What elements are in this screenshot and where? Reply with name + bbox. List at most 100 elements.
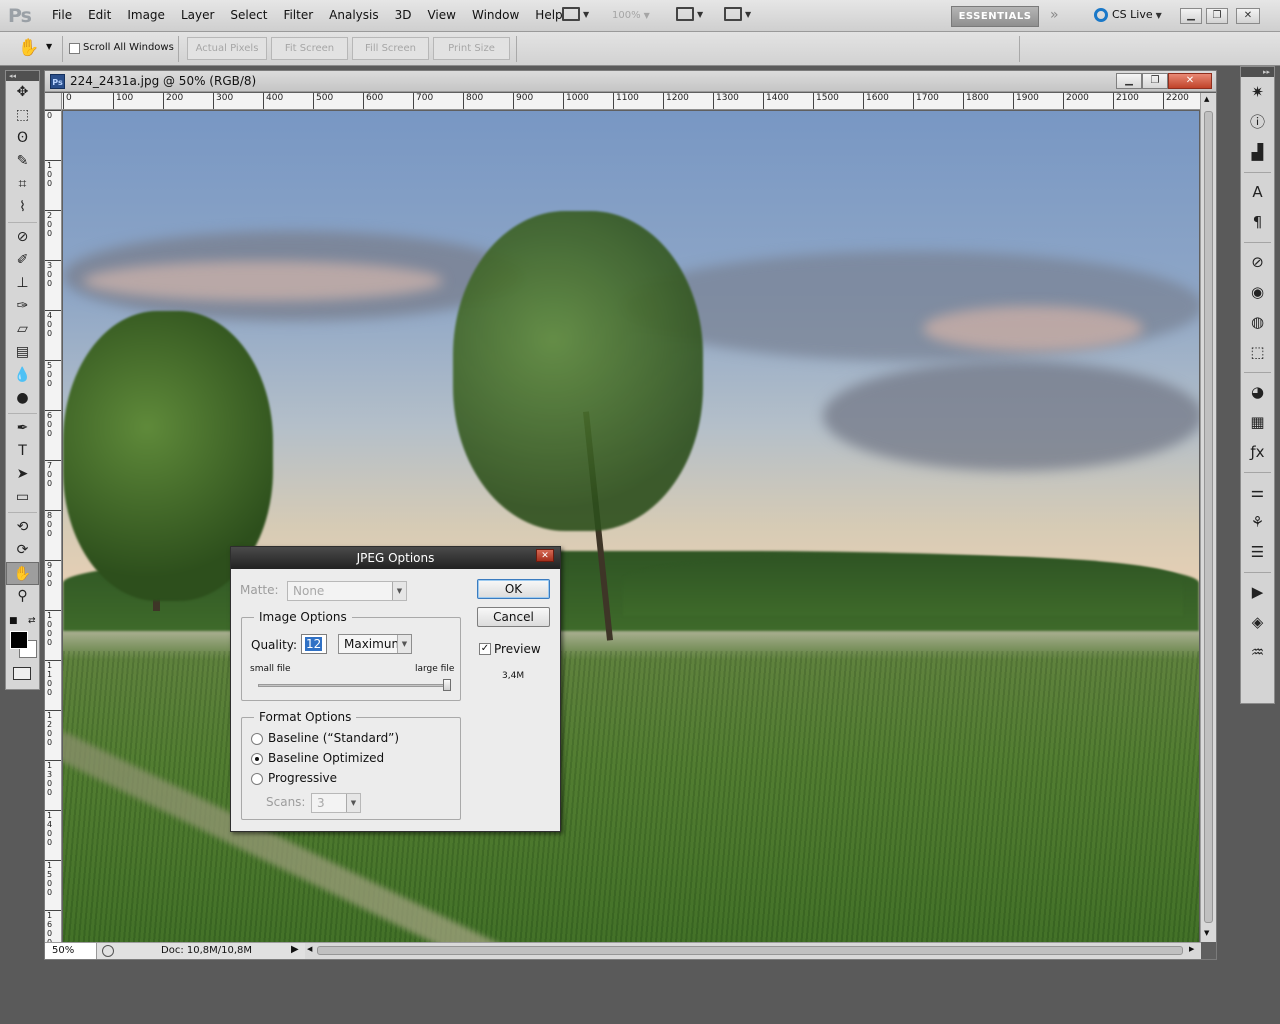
tool-preset-chevron-icon[interactable]: ▼ — [46, 42, 52, 51]
channels-icon[interactable]: ♒ — [1241, 637, 1274, 667]
document-minimize-button[interactable]: ▁ — [1116, 73, 1142, 89]
dialog-title[interactable]: JPEG Options — [231, 547, 560, 569]
clone-stamp-tool-icon[interactable]: ⊥ — [6, 272, 39, 295]
blur-tool-icon[interactable]: 💧 — [6, 364, 39, 387]
horizontal-scrollbar[interactable]: ◀ ▶ — [305, 942, 1201, 959]
zoom-tool-icon[interactable]: ⚲ — [6, 585, 39, 608]
3d-panel-icon[interactable]: ◍ — [1241, 307, 1274, 337]
horizontal-scroll-thumb[interactable] — [317, 946, 1183, 955]
info-icon[interactable]: ⓘ — [1241, 107, 1274, 137]
workspace-essentials-button[interactable]: ESSENTIALS — [951, 6, 1039, 27]
default-colors-icon[interactable]: ■ — [9, 616, 18, 626]
histogram-icon[interactable]: ▟ — [1241, 137, 1274, 167]
cs-live-menu[interactable]: CS Live ▼ — [1094, 8, 1162, 22]
menu-3d[interactable]: 3D — [387, 8, 420, 22]
eraser-tool-icon[interactable]: ▱ — [6, 318, 39, 341]
3d-rotate-tool-icon[interactable]: ⟲ — [6, 516, 39, 539]
document-restore-button[interactable]: ❐ — [1142, 73, 1168, 89]
vertical-scrollbar[interactable]: ▲ ▼ — [1200, 93, 1216, 942]
status-menu-arrow-icon[interactable]: ▶ — [291, 944, 299, 955]
hand-tool-icon[interactable]: ✋ — [6, 562, 39, 585]
history-icon[interactable]: ☰ — [1241, 537, 1274, 567]
document-title-bar[interactable]: Ps 224_2431a.jpg @ 50% (RGB/8) ▁ ❐ ✕ — [45, 71, 1216, 92]
horizontal-ruler[interactable]: 0 100 200 300 400 500 600 700 800 900 1000 1100 1200… — [62, 93, 1215, 110]
dialog-close-button[interactable]: ✕ — [536, 549, 554, 562]
print-size-button[interactable]: Print Size — [433, 37, 510, 60]
menu-window[interactable]: Window — [464, 8, 527, 22]
swap-colors-icon[interactable]: ⇄ — [28, 616, 36, 626]
app-minimize-button[interactable]: ▁ — [1180, 8, 1202, 24]
quality-slider-thumb[interactable] — [443, 679, 451, 691]
quality-slider-track[interactable] — [258, 684, 449, 687]
arrange-documents-button[interactable]: ▼ — [676, 7, 703, 25]
dodge-tool-icon[interactable]: ● — [6, 387, 39, 410]
baseline-optimized-radio[interactable] — [251, 753, 263, 765]
marquee-tool-icon[interactable]: ⬚ — [6, 104, 39, 127]
launch-bridge-button[interactable]: ▼ — [562, 7, 589, 25]
menu-filter[interactable]: Filter — [275, 8, 321, 22]
clone-source-icon[interactable]: ◉ — [1241, 277, 1274, 307]
menu-layer[interactable]: Layer — [173, 8, 222, 22]
fill-screen-button[interactable]: Fill Screen — [352, 37, 429, 60]
zoom-level-dropdown[interactable]: 100% ▼ — [612, 10, 650, 28]
menu-edit[interactable]: Edit — [80, 8, 119, 22]
scans-select[interactable]: 3 ▼ — [311, 793, 361, 813]
vertical-scroll-thumb[interactable] — [1204, 111, 1213, 923]
scroll-up-icon[interactable]: ▲ — [1204, 95, 1209, 103]
scroll-right-icon[interactable]: ▶ — [1189, 945, 1194, 953]
lasso-tool-icon[interactable]: ʘ — [6, 127, 39, 150]
move-tool-icon[interactable]: ✥ — [6, 81, 39, 104]
screen-mode-button[interactable]: ▼ — [724, 7, 751, 25]
matte-select[interactable]: None ▼ — [287, 581, 407, 601]
vertical-ruler[interactable]: 0 1 0 0 2 0 0 3 0 0 4 0 0 5 0 0 6 0 0 7 0 0 8 0 … — [45, 110, 62, 942]
app-close-button[interactable]: ✕ — [1236, 8, 1260, 24]
crop-tool-icon[interactable]: ⌗ — [6, 173, 39, 196]
scroll-all-windows-checkbox[interactable] — [69, 43, 80, 54]
3d-orbit-tool-icon[interactable]: ⟳ — [6, 539, 39, 562]
hand-tool-icon[interactable]: ✋ — [18, 38, 39, 58]
gradient-tool-icon[interactable]: ▤ — [6, 341, 39, 364]
quick-selection-tool-icon[interactable]: ✎ — [6, 150, 39, 173]
app-restore-button[interactable]: ❐ — [1206, 8, 1228, 24]
progressive-radio[interactable] — [251, 773, 263, 785]
quality-input[interactable]: 12 — [301, 634, 327, 654]
document-close-button[interactable]: ✕ — [1168, 73, 1212, 89]
brush-tool-icon[interactable]: ✐ — [6, 249, 39, 272]
actions-icon[interactable]: ▶ — [1241, 577, 1274, 607]
tools-panel-header[interactable]: ◂◂ — [6, 71, 39, 81]
ruler-origin[interactable] — [45, 93, 62, 110]
menu-image[interactable]: Image — [119, 8, 173, 22]
transform-icon[interactable]: ⬚ — [1241, 337, 1274, 367]
character-icon[interactable]: A — [1241, 177, 1274, 207]
color-icon[interactable]: ◕ — [1241, 377, 1274, 407]
adjustments-icon[interactable]: ⚌ — [1241, 477, 1274, 507]
menu-select[interactable]: Select — [222, 8, 275, 22]
menu-analysis[interactable]: Analysis — [321, 8, 386, 22]
path-selection-tool-icon[interactable]: ➤ — [6, 463, 39, 486]
fit-screen-button[interactable]: Fit Screen — [271, 37, 348, 60]
scroll-left-icon[interactable]: ◀ — [307, 945, 312, 953]
status-clock-icon[interactable] — [102, 945, 114, 957]
quick-mask-icon[interactable] — [13, 667, 31, 680]
eyedropper-tool-icon[interactable]: ⌇ — [6, 196, 39, 219]
layers-icon[interactable]: ◈ — [1241, 607, 1274, 637]
masks-icon[interactable]: ⚘ — [1241, 507, 1274, 537]
foreground-color-swatch[interactable] — [10, 631, 28, 649]
baseline-standard-radio[interactable] — [251, 733, 263, 745]
paragraph-icon[interactable]: ¶ — [1241, 207, 1274, 237]
quality-preset-select[interactable]: Maximum ▼ — [338, 634, 412, 654]
more-workspaces-icon[interactable]: » — [1050, 7, 1059, 23]
brush-presets-icon[interactable]: ⊘ — [1241, 247, 1274, 277]
pen-tool-icon[interactable]: ✒ — [6, 417, 39, 440]
menu-view[interactable]: View — [419, 8, 463, 22]
shape-tool-icon[interactable]: ▭ — [6, 486, 39, 509]
actual-pixels-button[interactable]: Actual Pixels — [187, 37, 267, 60]
type-tool-icon[interactable]: T — [6, 440, 39, 463]
dock-header[interactable]: ▸▸ — [1241, 67, 1274, 77]
swatches-icon[interactable]: ▦ — [1241, 407, 1274, 437]
history-brush-tool-icon[interactable]: ✑ — [6, 295, 39, 318]
status-zoom-field[interactable]: 50% — [45, 943, 97, 959]
preview-checkbox[interactable]: ✓ — [479, 643, 491, 655]
styles-icon[interactable]: ƒx — [1241, 437, 1274, 467]
cancel-button[interactable]: Cancel — [477, 607, 550, 627]
